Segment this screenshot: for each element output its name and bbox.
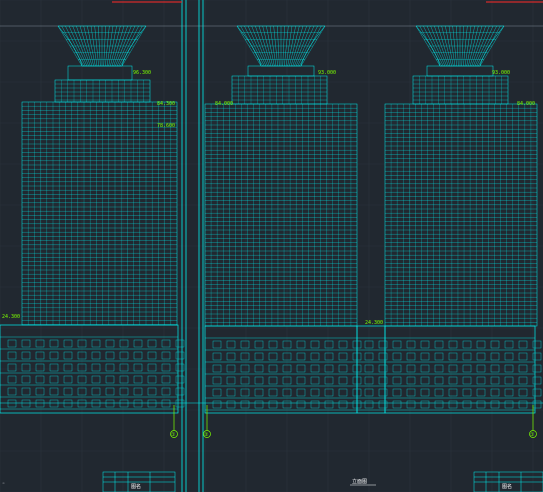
left-tower-crown [57, 25, 147, 67]
mid-tower-shaft [204, 103, 358, 327]
corner-mark: ◦ [2, 481, 5, 487]
axis-mid-label: ② [204, 432, 209, 438]
title-block-left-label: 图名 [131, 483, 141, 490]
background-grid [0, 0, 543, 492]
left-tower-shaft [21, 101, 178, 326]
right-tower-shaft [384, 103, 538, 327]
mid-podium [204, 325, 362, 414]
label-left-side: 78.600 [157, 123, 175, 129]
mid-tower-crown [236, 25, 326, 67]
label-mid-podium: 24.300 [365, 320, 383, 326]
right-podium [384, 325, 542, 414]
label-mid-crown: 93.000 [318, 70, 336, 76]
label-left-podium: 24.300 [2, 314, 20, 320]
sheet-title: 立面图 [350, 478, 376, 486]
mid-podium-annex [356, 325, 388, 414]
label-mid-roof: 84.000 [215, 101, 233, 107]
cad-viewport[interactable]: 96.300 84.300 78.600 24.300 93.000 84.00… [0, 0, 543, 492]
sheet-title-text: 立面图 [352, 478, 367, 485]
label-left-crown: 96.300 [133, 70, 151, 76]
axis-left-label: ① [171, 432, 176, 438]
axis-right-label: ① [530, 432, 535, 438]
left-tower-cap [67, 65, 133, 81]
right-tower-cap [426, 65, 494, 77]
right-tower-top [412, 75, 509, 105]
right-tower-crown [415, 25, 505, 67]
mid-tower-cap [247, 65, 315, 77]
left-tower-top [54, 79, 151, 103]
label-right-roof: 84.000 [517, 101, 535, 107]
label-right-crown: 93.000 [492, 70, 510, 76]
title-block-right-label: 图名 [502, 483, 512, 490]
label-left-roof: 84.300 [157, 101, 175, 107]
